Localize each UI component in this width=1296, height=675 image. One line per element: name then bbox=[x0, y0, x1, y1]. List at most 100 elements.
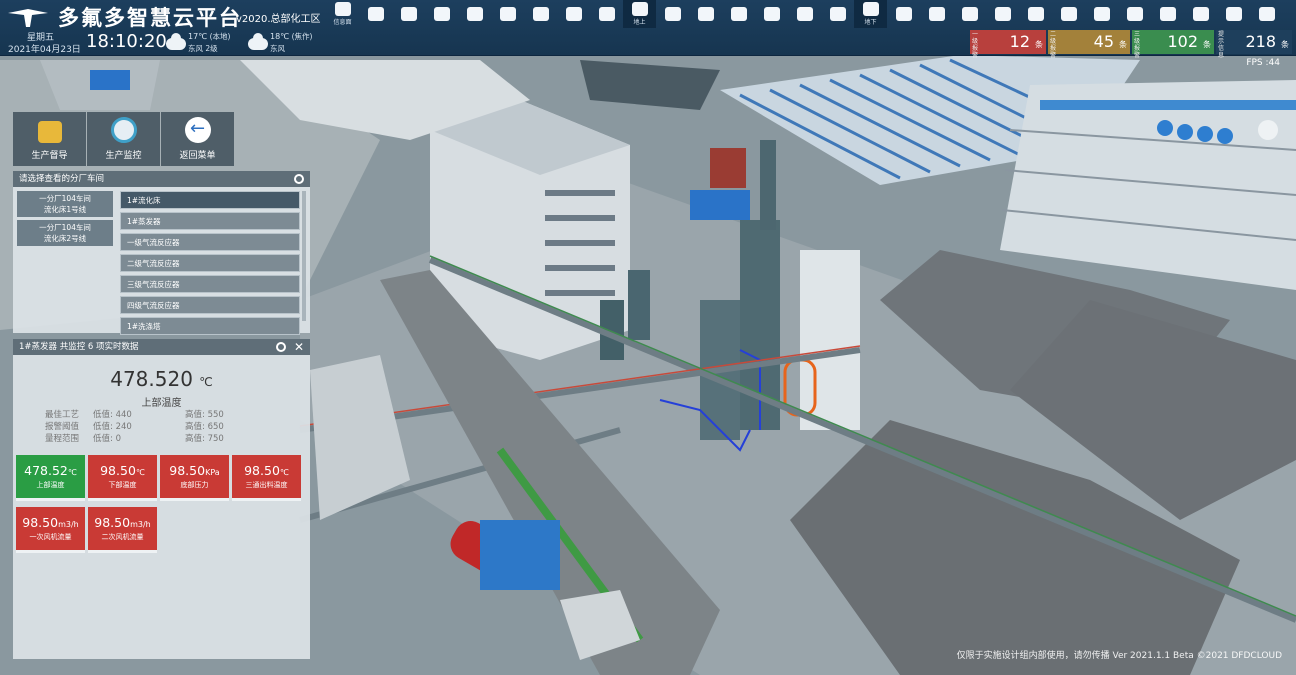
clock: 18:10:20 bbox=[86, 31, 167, 52]
metric-card[interactable]: 98.50℃ 三通出料温度 bbox=[232, 455, 301, 501]
message-icon bbox=[334, 2, 351, 16]
nav-buttons: 生产督导 生产监控 ← 返回菜单 bbox=[13, 112, 234, 166]
tool-15[interactable] bbox=[788, 0, 821, 28]
power-tool[interactable] bbox=[1052, 0, 1085, 28]
tool-21-icon bbox=[994, 7, 1011, 21]
tool-27-icon bbox=[1192, 7, 1209, 21]
metric-card[interactable]: 98.50KPa 底部压力 bbox=[160, 455, 229, 501]
branch-item[interactable]: 一分厂104车间 流化床1号线 bbox=[17, 191, 113, 217]
chat-icon bbox=[1159, 7, 1176, 21]
tool-9-icon bbox=[598, 7, 615, 21]
close-icon[interactable]: ✕ bbox=[294, 339, 304, 355]
arrow-left-icon: ← bbox=[184, 117, 211, 143]
settings-tool[interactable] bbox=[1217, 0, 1250, 28]
tool-24[interactable] bbox=[1085, 0, 1118, 28]
tool-4-icon bbox=[433, 7, 450, 21]
back-to-menu-button[interactable]: ← 返回菜单 bbox=[161, 112, 234, 166]
unit-item[interactable]: 1#蒸发器 bbox=[120, 212, 300, 230]
card-underline bbox=[16, 550, 85, 553]
gear-icon[interactable] bbox=[294, 174, 304, 184]
layers-tool[interactable] bbox=[656, 0, 689, 28]
unit-item[interactable]: 1#流化床 bbox=[120, 191, 300, 209]
tool-20-icon bbox=[961, 7, 978, 21]
people-gear-icon bbox=[37, 121, 62, 143]
alarm-stat-2[interactable]: 二级报警 45 条 bbox=[1048, 30, 1130, 59]
fps-counter: FPS :44 bbox=[1246, 58, 1280, 68]
tool-19[interactable] bbox=[920, 0, 953, 28]
card-underline bbox=[88, 498, 157, 501]
tool-20[interactable] bbox=[953, 0, 986, 28]
underground-tool[interactable]: 地下 bbox=[854, 0, 887, 28]
unit-item[interactable]: 1#洗涤塔 bbox=[120, 317, 300, 335]
alarm-stat-3[interactable]: 三级报警 102 条 bbox=[1132, 30, 1214, 59]
tool-27[interactable] bbox=[1184, 0, 1217, 28]
tool-15-icon bbox=[796, 7, 813, 21]
detail-panel: 1#蒸发器 共监控 6 项实时数据 ✕ 478.520 ℃ 上部温度 最佳工艺低… bbox=[13, 339, 310, 659]
card-underline bbox=[232, 498, 301, 501]
power-icon bbox=[1060, 7, 1077, 21]
power-off-icon bbox=[1258, 7, 1275, 21]
gear-icon[interactable] bbox=[276, 342, 286, 352]
map-tool[interactable] bbox=[821, 0, 854, 28]
unit-item[interactable]: 二级气流反应器 bbox=[120, 254, 300, 272]
tool-25-icon bbox=[1126, 7, 1143, 21]
production-supervision-button[interactable]: 生产督导 bbox=[13, 112, 86, 166]
gauge-icon bbox=[110, 117, 137, 143]
range-row: 最佳工艺 低值: 440 高值: 550 bbox=[45, 410, 224, 420]
unit-list-scrollbar[interactable] bbox=[302, 191, 306, 321]
version-label: v2020.总部化工区 bbox=[236, 14, 321, 25]
tool-5-icon bbox=[466, 7, 483, 21]
power-off-tool[interactable] bbox=[1250, 0, 1283, 28]
card-underline bbox=[160, 498, 229, 501]
settings-icon bbox=[1225, 7, 1242, 21]
top-bar: 多氟多智慧云平台 v2020.总部化工区 星期五 2021年04月23日 18:… bbox=[0, 0, 1296, 59]
map-icon bbox=[829, 7, 846, 21]
tool-12[interactable] bbox=[689, 0, 722, 28]
tool-7[interactable] bbox=[524, 0, 557, 28]
metric-card[interactable]: 98.50m3/h 二次风机流量 bbox=[88, 507, 157, 553]
tool-4[interactable] bbox=[425, 0, 458, 28]
app-title: 多氟多智慧云平台 bbox=[58, 6, 242, 30]
tool-13[interactable] bbox=[722, 0, 755, 28]
tool-2[interactable] bbox=[359, 0, 392, 28]
tool-8[interactable] bbox=[557, 0, 590, 28]
ground-up-icon bbox=[631, 2, 648, 16]
tool-25[interactable] bbox=[1118, 0, 1151, 28]
tool-3[interactable] bbox=[392, 0, 425, 28]
chat-tool[interactable] bbox=[1151, 0, 1184, 28]
ground-up-tool[interactable]: 地上 bbox=[623, 0, 656, 28]
alarm-stat-1[interactable]: 一级报警 12 条 bbox=[970, 30, 1046, 59]
detail-panel-header: 1#蒸发器 共监控 6 项实时数据 ✕ bbox=[13, 339, 310, 355]
metric-card[interactable]: 478.52℃ 上部温度 bbox=[16, 455, 85, 501]
toolbar: 信息面 地上 地下 bbox=[326, 0, 1283, 28]
tool-19-icon bbox=[928, 7, 945, 21]
message-tool[interactable]: 信息面 bbox=[326, 0, 359, 28]
tool-6-icon bbox=[499, 7, 516, 21]
tool-6[interactable] bbox=[491, 0, 524, 28]
alarm-stat-4[interactable]: 提示信息 218 条 bbox=[1216, 30, 1292, 59]
card-underline bbox=[88, 550, 157, 553]
tool-5[interactable] bbox=[458, 0, 491, 28]
tool-7-icon bbox=[532, 7, 549, 21]
unit-item[interactable]: 四级气流反应器 bbox=[120, 296, 300, 314]
watermark: 仅限于实施设计组内部使用，请勿传播 Ver 2021.1.1 Beta ©202… bbox=[956, 651, 1282, 661]
unit-item[interactable]: 一级气流反应器 bbox=[120, 233, 300, 251]
unit-item[interactable]: 三级气流反应器 bbox=[120, 275, 300, 293]
branch-item[interactable]: 一分厂104车间 流化床2号线 bbox=[17, 220, 113, 246]
tool-8-icon bbox=[565, 7, 582, 21]
branch-list: 一分厂104车间 流化床1号线 一分厂104车间 流化床2号线 bbox=[17, 191, 113, 249]
range-row: 报警阈值 低值: 240 高值: 650 bbox=[45, 422, 224, 432]
metric-card[interactable]: 98.50℃ 下部温度 bbox=[88, 455, 157, 501]
production-monitor-button[interactable]: 生产监控 bbox=[87, 112, 160, 166]
tool-21[interactable] bbox=[986, 0, 1019, 28]
tool-22[interactable] bbox=[1019, 0, 1052, 28]
layers-icon bbox=[664, 7, 681, 21]
metric-card[interactable]: 98.50m3/h 一次风机流量 bbox=[16, 507, 85, 553]
weather-remote: 18℃ (焦作) 东风 bbox=[270, 32, 313, 53]
tool-14[interactable] bbox=[755, 0, 788, 28]
main-reading-label: 上部温度 bbox=[141, 398, 182, 409]
tool-9[interactable] bbox=[590, 0, 623, 28]
tool-18-icon bbox=[895, 7, 912, 21]
tool-18[interactable] bbox=[887, 0, 920, 28]
tool-13-icon bbox=[730, 7, 747, 21]
